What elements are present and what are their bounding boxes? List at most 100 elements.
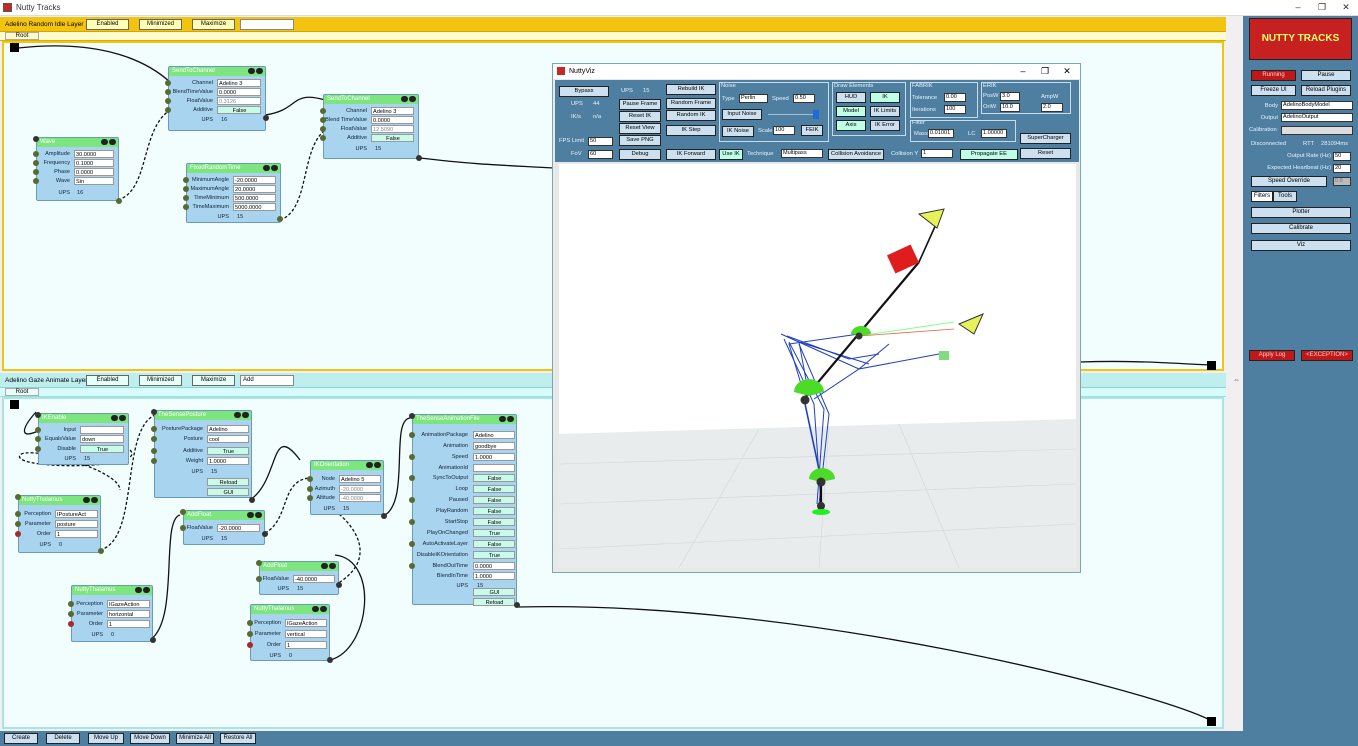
input-pin[interactable] xyxy=(307,476,313,482)
use-ik-button[interactable]: Use IK xyxy=(719,149,743,160)
running-button[interactable]: Running xyxy=(1251,70,1296,81)
float-value-input[interactable]: -20.0000 xyxy=(217,524,260,532)
tab-tools[interactable]: Tools xyxy=(1273,191,1297,202)
posture-package-select[interactable]: Adelino xyxy=(207,425,249,433)
node-sense-animation-file[interactable]: TheSenseAnimationFile AnimationPackage Ad… xyxy=(409,413,520,608)
input-pin[interactable] xyxy=(320,126,326,132)
animation-select[interactable]: goodbye xyxy=(473,442,515,450)
amplitude-input[interactable]: 30.0000 xyxy=(74,150,114,158)
parameter-input[interactable]: horizontal xyxy=(107,610,150,618)
node-nutty-thalamus-1[interactable]: NuttyThalamus Perception IPostureAct Para… xyxy=(15,494,104,554)
order-input[interactable]: 1 xyxy=(55,530,98,538)
bypass-button[interactable]: Bypass xyxy=(559,86,609,97)
order-input[interactable]: 1 xyxy=(285,641,327,649)
minimize-icon[interactable]: – xyxy=(1286,1,1310,14)
input-pin[interactable] xyxy=(409,563,415,569)
frequency-input[interactable]: 0.1000 xyxy=(74,159,114,167)
output-pin[interactable] xyxy=(409,413,415,419)
input-pin[interactable] xyxy=(247,620,253,626)
pause-button[interactable]: Pause xyxy=(1301,70,1351,81)
input-pin[interactable] xyxy=(15,531,21,537)
output-pin[interactable] xyxy=(263,115,269,121)
reset-ik-button[interactable]: Reset IK xyxy=(619,111,661,122)
tab-filters[interactable]: Filters xyxy=(1251,191,1273,202)
node-wave[interactable]: Wave Amplitude 30.0000 Frequency 0.1000 Ph… xyxy=(33,136,122,204)
reload-button[interactable]: Reload xyxy=(473,598,515,606)
additive-toggle[interactable]: False xyxy=(217,106,261,114)
noise-slider-track[interactable] xyxy=(768,114,818,115)
minimize-all-button[interactable]: Minimize All xyxy=(176,733,214,744)
move-down-button[interactable]: Move Down xyxy=(130,733,170,744)
layer2-enabled-toggle[interactable]: Enabled xyxy=(86,375,129,386)
perception-select[interactable]: IGazeAction xyxy=(107,600,150,608)
input-pin[interactable] xyxy=(409,497,415,503)
input-pin[interactable] xyxy=(33,178,39,184)
float-value-input[interactable]: 0.3126 xyxy=(217,97,261,105)
input-pin[interactable] xyxy=(409,519,415,525)
order-input[interactable]: 1 xyxy=(107,620,150,628)
sync-to-output-toggle[interactable]: False xyxy=(473,474,515,482)
input-pin[interactable] xyxy=(68,611,74,617)
start-stop-toggle[interactable]: False xyxy=(473,518,515,526)
noise-type-select[interactable]: Perlin xyxy=(739,94,768,103)
reload-button[interactable]: Reload xyxy=(207,478,249,486)
maximize-icon[interactable]: ❐ xyxy=(1310,1,1334,14)
blend-time-input[interactable]: 0.0000 xyxy=(371,116,414,124)
calibration-select[interactable] xyxy=(1281,126,1353,135)
output-pin[interactable] xyxy=(327,657,333,663)
parameter-input[interactable]: vertical xyxy=(285,630,327,638)
layer2-mode-select[interactable]: Add xyxy=(240,375,294,386)
time-min-input[interactable]: 500.0000 xyxy=(233,194,276,202)
mass-input[interactable]: 0.01001 xyxy=(928,129,954,138)
equals-value-input[interactable]: down xyxy=(80,435,124,443)
supercharger-button[interactable]: SuperCharger xyxy=(1020,133,1071,144)
hud-button[interactable]: HUD xyxy=(836,92,866,103)
azimuth-input[interactable]: -20.0000 xyxy=(339,485,381,493)
input-pin[interactable] xyxy=(165,80,171,86)
input-pin[interactable] xyxy=(320,135,326,141)
layer1-minimized-toggle[interactable]: Minimized xyxy=(139,19,182,30)
input-pin[interactable] xyxy=(68,621,74,627)
splitter-handle[interactable]: ⇔ xyxy=(1233,377,1240,384)
node-add-float-1[interactable]: AddFloat FloatValue -20.0000 UPS 15 xyxy=(180,509,268,545)
fov-input[interactable]: 60 xyxy=(588,150,613,159)
max-angle-input[interactable]: 20.0000 xyxy=(233,185,276,193)
phase-input[interactable]: 0.0000 xyxy=(74,168,114,176)
channel-select[interactable]: Adelino 3 xyxy=(217,79,261,87)
viz-button[interactable]: Viz xyxy=(1251,240,1351,251)
reset-button[interactable]: Reset xyxy=(1020,148,1071,159)
iterations-input[interactable]: 100 xyxy=(944,105,966,114)
ik-forward-button[interactable]: IK Forward xyxy=(666,149,716,160)
propagate-ee-button[interactable]: Propagate EE xyxy=(960,149,1018,160)
speed-input[interactable]: 1.0000 xyxy=(473,453,515,461)
feik-button[interactable]: FEIK xyxy=(801,125,823,136)
input-pin[interactable] xyxy=(15,511,21,517)
reset-view-button[interactable]: Reset View xyxy=(619,123,661,134)
lc-input[interactable]: 1.00000 xyxy=(981,129,1007,138)
input-pin[interactable] xyxy=(33,151,39,157)
output-select[interactable]: AdelinoOutput xyxy=(1281,113,1353,122)
altitude-input[interactable]: -40.0000 xyxy=(339,494,381,502)
additive-toggle[interactable]: True xyxy=(207,447,249,455)
input-pin[interactable] xyxy=(151,426,157,432)
input-pin[interactable] xyxy=(256,576,262,582)
layer2-maximize-toggle[interactable]: Maximize xyxy=(192,375,235,386)
play-on-changed-toggle[interactable]: True xyxy=(473,529,515,537)
fps-limit-input[interactable]: 50 xyxy=(588,137,613,146)
gui-button[interactable]: GUI xyxy=(473,588,515,596)
output-pin[interactable] xyxy=(33,136,39,142)
collision-y-input[interactable]: 1 xyxy=(921,149,953,158)
move-up-button[interactable]: Move Up xyxy=(88,733,124,744)
random-ik-button[interactable]: Random IK xyxy=(666,110,716,121)
output-pin[interactable] xyxy=(256,560,262,566)
collision-avoidance-button[interactable]: Collision Avoidance xyxy=(828,149,884,160)
create-button[interactable]: Create xyxy=(4,733,38,744)
input-pin[interactable] xyxy=(247,631,253,637)
input-pin[interactable] xyxy=(151,458,157,464)
layer2-root-handle[interactable] xyxy=(10,400,19,409)
input-pin[interactable] xyxy=(320,117,326,123)
viz-maximize-icon[interactable]: ❐ xyxy=(1037,64,1053,79)
speed-override-button[interactable]: Speed Override xyxy=(1251,176,1327,187)
plotter-button[interactable]: Plotter xyxy=(1251,207,1351,218)
apply-log-button[interactable]: Apply Log xyxy=(1249,350,1295,361)
